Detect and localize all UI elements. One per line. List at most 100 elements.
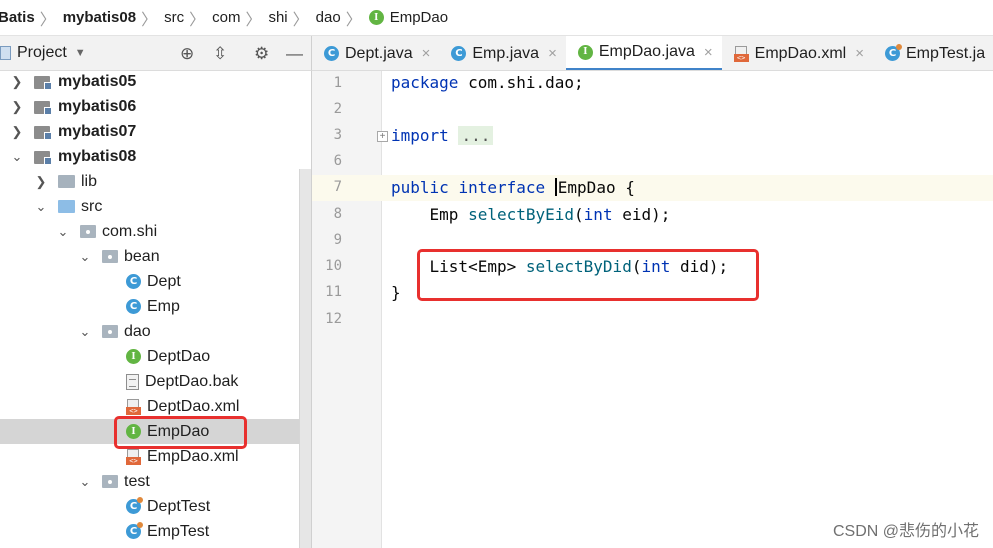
module-icon <box>34 124 52 140</box>
chevron-down-icon[interactable]: ⌄ <box>78 474 92 490</box>
tree-item-lib[interactable]: ❯ lib <box>0 169 311 194</box>
project-panel-header: Project ▼ ⊕ ⇳ ⚙ — <box>0 36 312 71</box>
project-view-selector[interactable]: Project ▼ <box>0 44 86 62</box>
close-icon[interactable]: × <box>704 44 713 61</box>
close-icon[interactable]: × <box>548 45 557 62</box>
tree-item-depttest[interactable]: C DeptTest <box>0 494 311 519</box>
breadcrumb-item[interactable]: Batis <box>0 9 35 26</box>
tab-label: EmpDao.xml <box>754 44 847 62</box>
folded-imports[interactable]: ... <box>458 126 494 145</box>
breadcrumb-label: com <box>212 9 241 26</box>
tab-emptest-java[interactable]: C EmpTest.ja <box>873 36 993 70</box>
dropdown-arrow-icon: ▼ <box>74 47 86 59</box>
test-class-icon: C <box>126 497 143 514</box>
breadcrumb-label: Batis <box>0 9 35 26</box>
breadcrumb-item[interactable]: com <box>212 9 240 26</box>
chevron-right-icon: 〉 <box>245 11 262 29</box>
code-text: { <box>615 178 635 197</box>
minimize-icon[interactable]: — <box>286 44 303 64</box>
chevron-right-icon: 〉 <box>189 11 206 29</box>
tree-item-mybatis05[interactable]: ❯ mybatis05 <box>0 69 311 94</box>
locate-icon[interactable]: ⊕ <box>180 44 194 64</box>
close-icon[interactable]: × <box>422 45 431 62</box>
project-icon <box>0 46 11 60</box>
chevron-down-icon[interactable]: ⌄ <box>10 149 24 165</box>
tab-empdao-xml[interactable]: <> EmpDao.xml × <box>722 36 873 70</box>
code-text: } <box>391 283 401 302</box>
chevron-right-icon[interactable]: ❯ <box>34 174 48 190</box>
close-icon[interactable]: × <box>855 45 864 62</box>
code-line-11: } <box>391 283 401 302</box>
keyword: package <box>391 73 459 92</box>
line-number: 7 <box>333 179 342 195</box>
tab-empdao-java[interactable]: I EmpDao.java × <box>565 36 722 70</box>
chevron-right-icon[interactable]: ❯ <box>10 99 24 115</box>
breadcrumb-item[interactable]: dao <box>316 9 341 26</box>
tree-item-src[interactable]: ⌄ src <box>0 194 311 219</box>
tree-item-label: mybatis07 <box>58 122 137 140</box>
line-number: 1 <box>333 75 342 91</box>
tree-item-label: DeptTest <box>147 497 211 515</box>
line-number: 6 <box>333 153 342 169</box>
tree-item-label: dao <box>124 322 151 340</box>
interface-name: EmpDao <box>557 178 616 197</box>
tree-item-emp[interactable]: C Emp <box>0 294 311 319</box>
module-icon <box>34 149 52 165</box>
breadcrumb: Batis 〉 mybatis08 〉 src 〉 com 〉 shi 〉 da… <box>0 0 993 36</box>
editor-tab-bar: C Dept.java × C Emp.java × I EmpDao.java… <box>312 36 993 71</box>
tree-item-emptest[interactable]: C EmpTest <box>0 519 311 544</box>
tree-item-deptdao-bak[interactable]: DeptDao.bak <box>0 369 311 394</box>
tree-item-test[interactable]: ⌄ test <box>0 469 311 494</box>
line-number: 2 <box>333 101 342 117</box>
chevron-down-icon[interactable]: ⌄ <box>56 224 70 240</box>
chevron-down-icon[interactable]: ⌄ <box>78 249 92 265</box>
watermark: CSDN @悲伤的小花 <box>832 523 979 540</box>
test-class-icon: C <box>884 44 902 61</box>
breadcrumb-item[interactable]: shi <box>268 9 287 26</box>
chevron-right-icon[interactable]: ❯ <box>10 124 24 140</box>
tree-scrollbar[interactable] <box>299 169 311 548</box>
gear-icon[interactable]: ⚙ <box>254 44 269 64</box>
tab-label: EmpTest.ja <box>905 44 986 62</box>
tree-item-label: EmpDao.xml <box>147 447 239 465</box>
tree-item-bean[interactable]: ⌄ bean <box>0 244 311 269</box>
source-folder-icon <box>58 200 75 213</box>
tree-item-com-shi[interactable]: ⌄ com.shi <box>0 219 311 244</box>
module-icon <box>34 99 52 115</box>
line-number: 8 <box>333 206 342 222</box>
tab-dept-java[interactable]: C Dept.java × <box>312 36 439 70</box>
highlight-box-tree <box>114 416 247 449</box>
tree-item-mybatis06[interactable]: ❯ mybatis06 <box>0 94 311 119</box>
tree-item-label: Dept <box>147 272 181 290</box>
breadcrumb-item[interactable]: mybatis08 <box>63 9 136 26</box>
tree-item-mybatis08[interactable]: ⌄ mybatis08 <box>0 144 311 169</box>
xml-file-icon: <> <box>733 45 749 62</box>
tree-item-label: mybatis08 <box>58 147 137 165</box>
chevron-down-icon[interactable]: ⌄ <box>78 324 92 340</box>
tree-item-deptdao[interactable]: I DeptDao <box>0 344 311 369</box>
interface-icon: I <box>368 10 384 25</box>
tab-label: Dept.java <box>345 44 413 62</box>
tree-item-mybatis07[interactable]: ❯ mybatis07 <box>0 119 311 144</box>
collapse-icon[interactable]: ⇳ <box>213 44 227 64</box>
tree-item-label: DeptDao.bak <box>145 372 239 390</box>
class-icon: C <box>126 274 141 289</box>
module-icon <box>34 74 52 90</box>
line-number: 11 <box>325 284 342 300</box>
chevron-down-icon[interactable]: ⌄ <box>34 199 48 215</box>
breadcrumb-item[interactable]: I EmpDao <box>368 9 448 26</box>
folder-icon <box>58 175 75 188</box>
line-number: 10 <box>325 258 342 274</box>
chevron-right-icon[interactable]: ❯ <box>10 74 24 90</box>
package-icon <box>102 325 118 338</box>
tree-item-dao[interactable]: ⌄ dao <box>0 319 311 344</box>
tab-label: Emp.java <box>472 44 540 62</box>
fold-toggle-icon[interactable]: + <box>377 131 388 142</box>
class-icon: C <box>324 46 339 61</box>
breadcrumb-item[interactable]: src <box>164 9 184 26</box>
tab-emp-java[interactable]: C Emp.java × <box>439 36 565 70</box>
tree-item-dept[interactable]: C Dept <box>0 269 311 294</box>
chevron-right-icon: 〉 <box>141 11 158 29</box>
interface-icon: I <box>126 349 141 364</box>
text-file-icon <box>126 373 139 390</box>
